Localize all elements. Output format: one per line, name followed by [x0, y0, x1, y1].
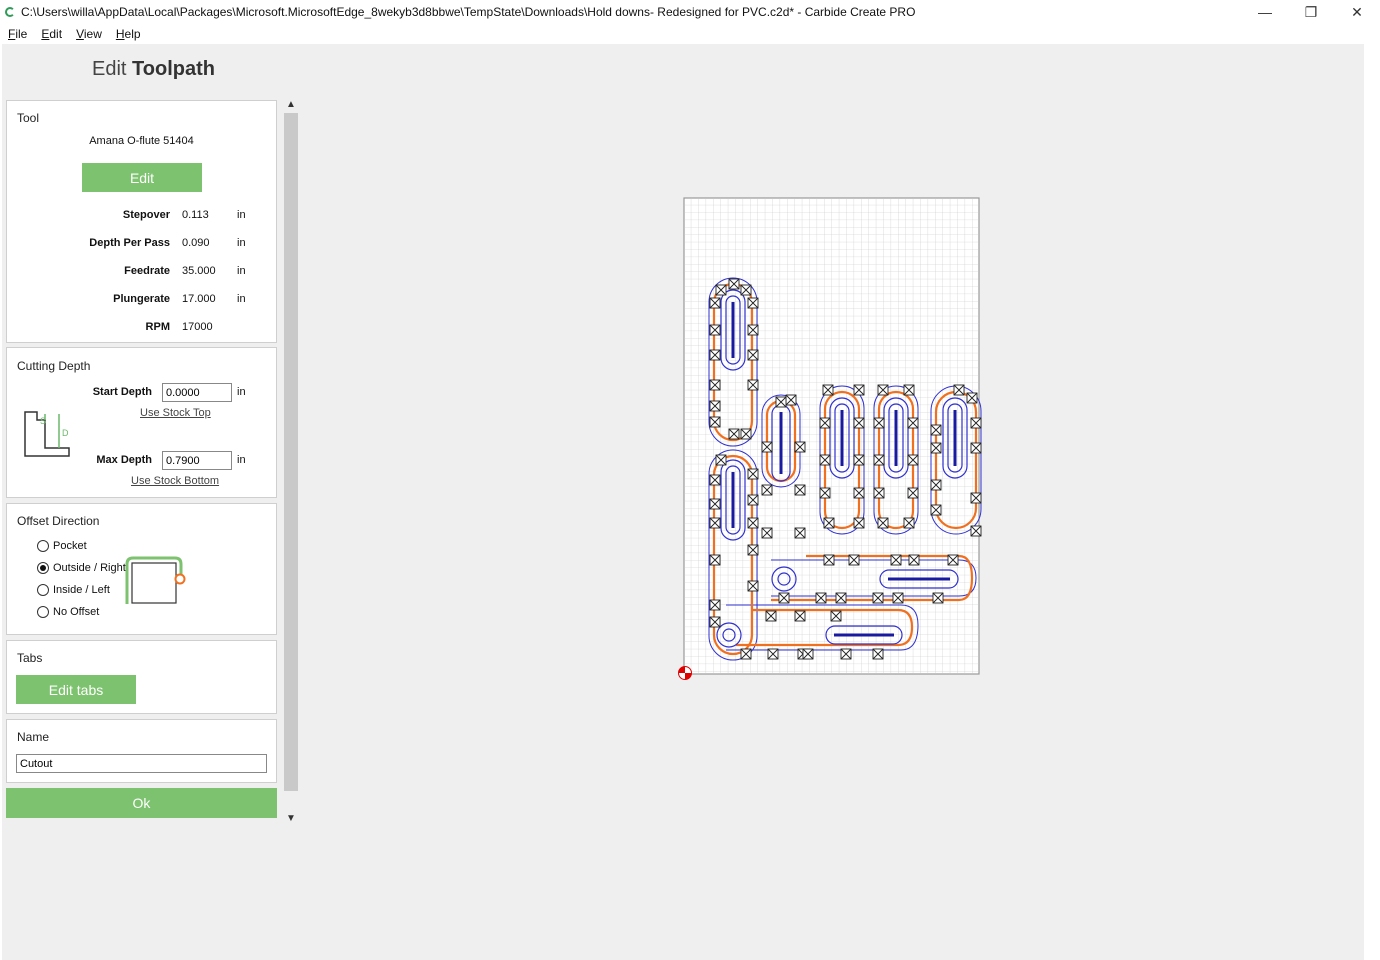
- carbide-create-app-icon: [5, 7, 15, 17]
- restore-button[interactable]: ❐: [1288, 0, 1334, 24]
- depth-diagram-icon: S D: [24, 411, 70, 457]
- max-depth-unit: in: [237, 454, 246, 466]
- radio-inside-left[interactable]: [37, 584, 49, 596]
- menu-file[interactable]: File: [8, 27, 27, 41]
- tabs-panel: Tabs Edit tabs: [6, 640, 277, 714]
- edit-tool-button[interactable]: Edit: [82, 163, 202, 192]
- offset-option-inside[interactable]: Inside / Left: [37, 584, 110, 596]
- tabs-title: Tabs: [17, 651, 43, 665]
- panel-scrollbar[interactable]: ▲ ▼: [283, 96, 299, 826]
- page-title: Edit Toolpath: [92, 58, 215, 81]
- scroll-down-icon[interactable]: ▼: [283, 810, 299, 826]
- name-panel: Name: [6, 719, 277, 783]
- plungerate-label: Plungerate: [113, 293, 170, 305]
- tool-panel-title: Tool: [17, 111, 40, 125]
- feedrate-unit: in: [237, 265, 246, 277]
- page-title-bold: Toolpath: [132, 58, 215, 80]
- rpm-label: RPM: [145, 321, 170, 333]
- stepover-unit: in: [237, 209, 246, 221]
- scroll-up-icon[interactable]: ▲: [283, 96, 299, 112]
- offset-option-label: Outside / Right: [53, 562, 126, 574]
- offset-direction-preview-icon: [125, 556, 186, 604]
- diagram-d-label: D: [62, 428, 69, 438]
- tool-name: Amana O-flute 51404: [89, 135, 194, 147]
- origin-marker-icon: [678, 666, 692, 680]
- cutting-depth-panel: Cutting Depth Start Depth in Use Stock T…: [6, 347, 277, 498]
- offset-option-none[interactable]: No Offset: [37, 606, 99, 618]
- window-left-edge: [0, 44, 2, 960]
- offset-option-label: No Offset: [53, 606, 100, 618]
- menu-edit[interactable]: Edit: [41, 27, 62, 41]
- page-title-light: Edit: [92, 58, 127, 80]
- window-right-edge: [1364, 24, 1380, 960]
- feedrate-value: 35.000: [182, 265, 216, 277]
- title-bar: C:\Users\willa\AppData\Local\Packages\Mi…: [0, 0, 1380, 24]
- minimize-button[interactable]: —: [1242, 0, 1288, 24]
- offset-option-label: Inside / Left: [53, 584, 110, 596]
- start-depth-unit: in: [237, 386, 246, 398]
- use-stock-bottom-link[interactable]: Use Stock Bottom: [131, 475, 219, 487]
- menu-help[interactable]: Help: [116, 27, 141, 41]
- toolpath-name-input[interactable]: [16, 754, 267, 773]
- scrollbar-thumb[interactable]: [284, 113, 298, 791]
- depth-per-pass-label: Depth Per Pass: [89, 237, 170, 249]
- start-depth-input[interactable]: [162, 383, 232, 402]
- offset-direction-panel: Offset Direction Pocket Outside / Right …: [6, 503, 277, 635]
- rpm-value: 17000: [182, 321, 213, 333]
- depth-per-pass-value: 0.090: [182, 237, 210, 249]
- max-depth-label: Max Depth: [96, 454, 152, 466]
- stepover-value: 0.113: [182, 209, 209, 221]
- cutting-depth-title: Cutting Depth: [17, 359, 91, 373]
- offset-option-outside[interactable]: Outside / Right: [37, 562, 126, 574]
- plungerate-unit: in: [237, 293, 246, 305]
- radio-pocket[interactable]: [37, 540, 49, 552]
- radio-no-offset[interactable]: [37, 606, 49, 618]
- offset-option-pocket[interactable]: Pocket: [37, 540, 87, 552]
- stepover-label: Stepover: [122, 209, 170, 221]
- max-depth-input[interactable]: [162, 451, 232, 470]
- radio-outside-right[interactable]: [37, 562, 49, 574]
- menu-bar: File Edit View Help: [0, 24, 1364, 44]
- feedrate-label: Feedrate: [124, 265, 170, 277]
- use-stock-top-link[interactable]: Use Stock Top: [140, 407, 211, 419]
- toolpath-canvas[interactable]: [676, 190, 992, 688]
- name-title: Name: [17, 730, 50, 744]
- offset-option-label: Pocket: [53, 540, 87, 552]
- start-depth-label: Start Depth: [92, 386, 152, 398]
- edit-tabs-button[interactable]: Edit tabs: [16, 675, 136, 704]
- menu-view[interactable]: View: [76, 27, 102, 41]
- ok-button[interactable]: Ok: [6, 788, 277, 818]
- offset-direction-title: Offset Direction: [17, 514, 100, 528]
- depth-per-pass-unit: in: [237, 237, 246, 249]
- tool-panel: Tool Amana O-flute 51404 Edit Stepover 0…: [6, 100, 277, 343]
- diagram-s-label: S: [40, 416, 46, 426]
- window-title: C:\Users\willa\AppData\Local\Packages\Mi…: [21, 5, 916, 19]
- plungerate-value: 17.000: [182, 293, 216, 305]
- close-button[interactable]: ✕: [1334, 0, 1380, 24]
